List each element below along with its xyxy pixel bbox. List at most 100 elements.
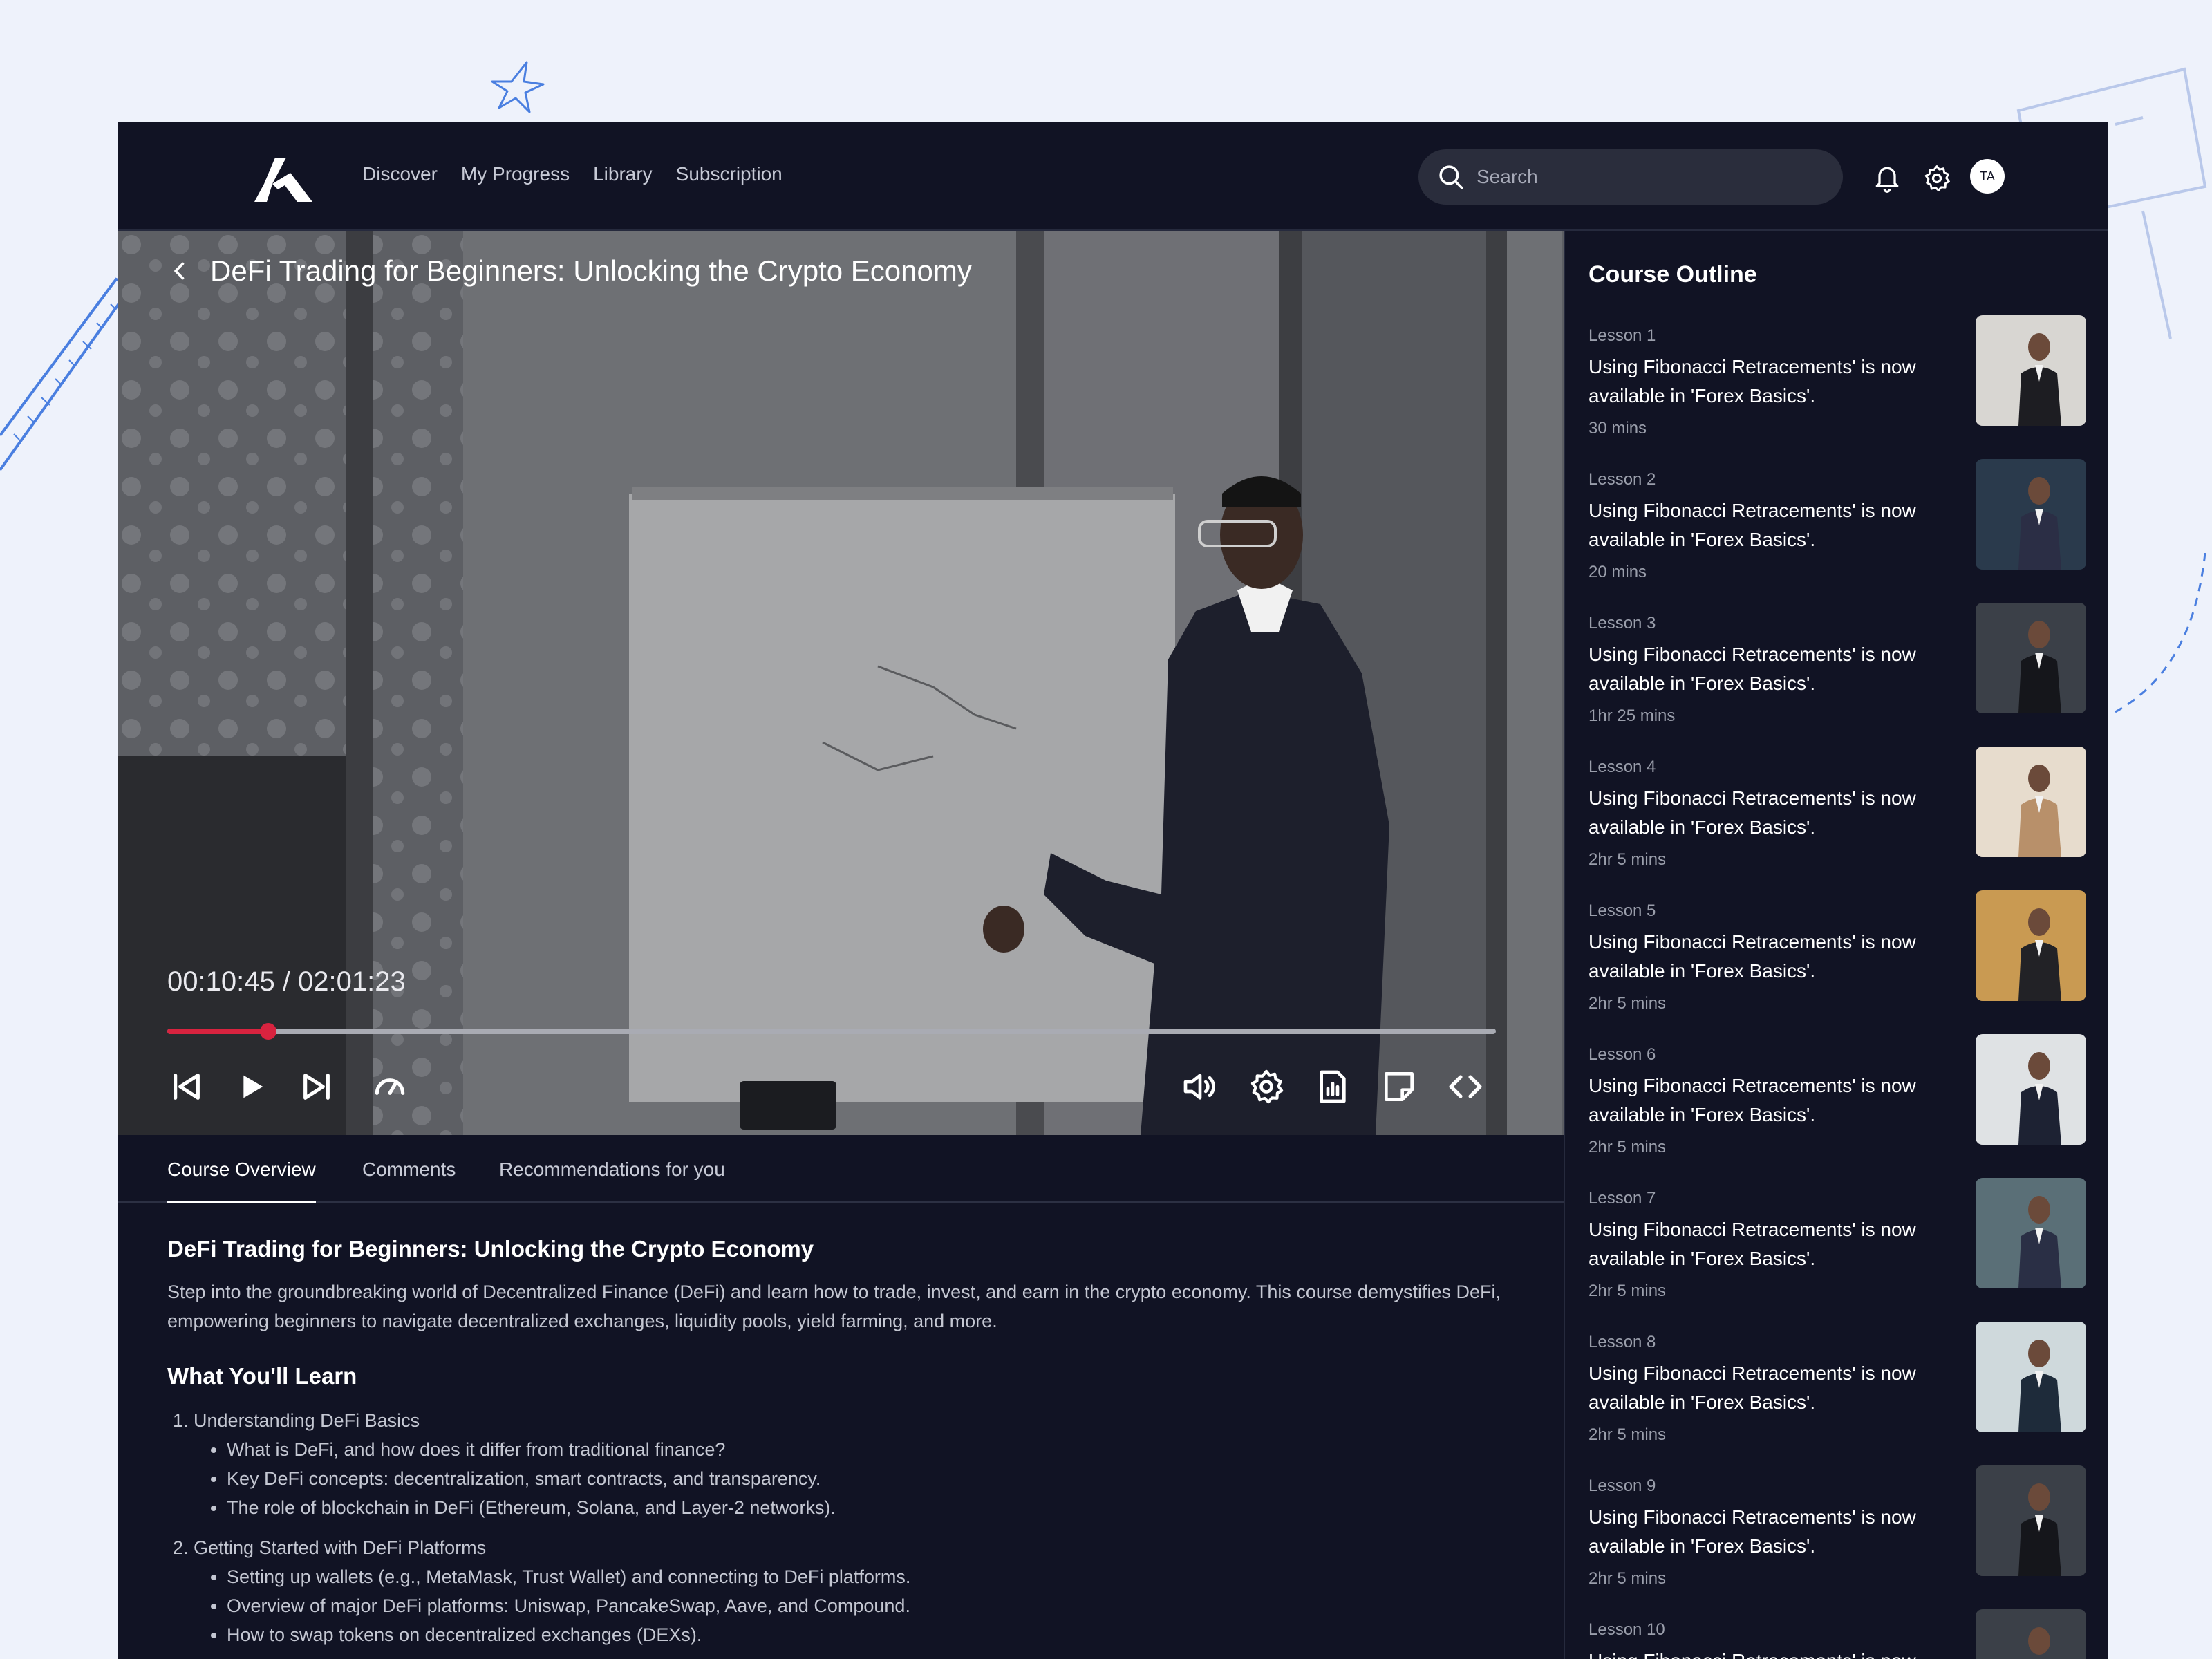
- video-progress-handle[interactable]: [260, 1023, 277, 1040]
- lesson-title: Using Fibonacci Retracements' is now ava…: [1588, 356, 1916, 406]
- volume-icon[interactable]: [1181, 1067, 1219, 1106]
- lesson-thumbnail[interactable]: [1976, 459, 2086, 570]
- lesson-duration: 2hr 5 mins: [1588, 1425, 1667, 1444]
- lesson-number: Lesson 6: [1588, 1045, 1656, 1064]
- nav-my-progress[interactable]: My Progress: [461, 163, 570, 185]
- lesson-title: Using Fibonacci Retracements' is now ava…: [1588, 931, 1916, 982]
- learn-group-heading: 2. Getting Started with DeFi Platforms: [173, 1537, 487, 1558]
- bell-icon[interactable]: [1872, 163, 1902, 194]
- lesson-item[interactable]: Lesson 7 Using Fibonacci Retracements' is…: [1588, 1178, 2086, 1306]
- content-tabs: Course Overview Comments Recommendations…: [118, 1135, 1564, 1203]
- tab-course-overview[interactable]: Course Overview: [167, 1159, 316, 1203]
- tab-comments[interactable]: Comments: [362, 1159, 456, 1201]
- lesson-thumbnail[interactable]: [1976, 603, 2086, 713]
- course-overview-content: DeFi Trading for Beginners: Unlocking th…: [167, 1236, 1522, 1649]
- settings-icon[interactable]: [1247, 1067, 1286, 1106]
- lesson-title: Using Fibonacci Retracements' is now ava…: [1588, 1506, 1916, 1557]
- course-title: DeFi Trading for Beginners: Unlocking th…: [167, 1236, 814, 1262]
- lesson-title: Using Fibonacci Retracements' is now ava…: [1588, 1219, 1916, 1269]
- course-outline-sidebar: Course Outline Lesson 1 Using Fibonacci R…: [1564, 231, 2108, 1659]
- lesson-thumbnail[interactable]: [1976, 890, 2086, 1001]
- video-progress-fill: [167, 1029, 269, 1034]
- brand-logo-icon[interactable]: [254, 153, 312, 202]
- lesson-thumbnail[interactable]: [1976, 1178, 2086, 1288]
- lesson-thumbnail[interactable]: [1976, 1034, 2086, 1145]
- star-doodle-icon: [491, 61, 545, 113]
- lesson-thumbnail[interactable]: [1976, 315, 2086, 426]
- lesson-duration: 30 mins: [1588, 419, 1647, 438]
- lesson-thumbnail[interactable]: [1976, 747, 2086, 857]
- learn-point: What is DeFi, and how does it differ fro…: [227, 1435, 1522, 1464]
- avatar[interactable]: TA: [1970, 159, 2005, 194]
- learn-group-heading: 1. Understanding DeFi Basics: [173, 1410, 420, 1431]
- dashed-line-doodle-icon: [2115, 553, 2206, 713]
- learn-heading: What You'll Learn: [167, 1363, 357, 1389]
- report-icon[interactable]: [1313, 1067, 1352, 1106]
- lesson-number: Lesson 3: [1588, 614, 1656, 632]
- tab-recommendations[interactable]: Recommendations for you: [499, 1159, 725, 1201]
- lesson-duration: 2hr 5 mins: [1588, 1282, 1667, 1300]
- note-icon[interactable]: [1380, 1067, 1418, 1106]
- lesson-title: Using Fibonacci Retracements' is now ava…: [1588, 644, 1916, 694]
- lesson-title: Using Fibonacci Retracements' is now ava…: [1588, 1647, 1948, 1659]
- search-bar[interactable]: [1418, 149, 1843, 205]
- search-icon: [1439, 165, 1463, 189]
- lesson-duration: 2hr 5 mins: [1588, 850, 1667, 869]
- lesson-item[interactable]: Lesson 3 Using Fibonacci Retracements' is…: [1588, 603, 2086, 731]
- lesson-item[interactable]: Lesson 2 Using Fibonacci Retracements' is…: [1588, 459, 2086, 588]
- video-title: DeFi Trading for Beginners: Unlocking th…: [210, 254, 972, 287]
- learn-point: Overview of major DeFi platforms: Uniswa…: [227, 1591, 1522, 1620]
- lesson-duration: 1hr 25 mins: [1588, 706, 1676, 725]
- learn-group: 2. Getting Started with DeFi Platforms S…: [167, 1533, 1522, 1649]
- play-icon[interactable]: [232, 1067, 271, 1106]
- lesson-number: Lesson 8: [1588, 1333, 1656, 1351]
- main-nav: Discover My Progress Library Subscriptio…: [362, 163, 782, 185]
- lesson-item[interactable]: Lesson 6 Using Fibonacci Retracements' is…: [1588, 1034, 2086, 1163]
- nav-library[interactable]: Library: [593, 163, 653, 185]
- learn-list: 1. Understanding DeFi Basics What is DeF…: [167, 1406, 1522, 1649]
- embed-icon[interactable]: [1446, 1067, 1485, 1106]
- lesson-item[interactable]: Lesson 4 Using Fibonacci Retracements' is…: [1588, 747, 2086, 875]
- learn-point: The role of blockchain in DeFi (Ethereum…: [227, 1493, 1522, 1522]
- learn-point: How to swap tokens on decentralized exch…: [227, 1620, 1522, 1649]
- lesson-thumbnail[interactable]: [1976, 1322, 2086, 1432]
- lesson-thumbnail[interactable]: [1976, 1465, 2086, 1576]
- lesson-item[interactable]: Lesson 10 Using Fibonacci Retracements' i…: [1588, 1609, 2086, 1659]
- speed-icon[interactable]: [371, 1067, 409, 1106]
- video-timestamp: 00:10:45 / 02:01:23: [167, 966, 406, 997]
- skip-back-icon[interactable]: [167, 1067, 206, 1106]
- lesson-number: Lesson 4: [1588, 758, 1656, 776]
- lesson-duration: 2hr 5 mins: [1588, 1569, 1667, 1588]
- learn-group: 1. Understanding DeFi Basics What is DeF…: [167, 1406, 1522, 1522]
- video-frame-image: [118, 231, 1564, 1135]
- lesson-number: Lesson 2: [1588, 470, 1656, 489]
- lesson-duration: 2hr 5 mins: [1588, 1138, 1667, 1156]
- lesson-number: Lesson 9: [1588, 1477, 1656, 1495]
- course-description: Step into the groundbreaking world of De…: [167, 1282, 1501, 1331]
- lesson-title: Using Fibonacci Retracements' is now ava…: [1588, 787, 1916, 838]
- video-player[interactable]: DeFi Trading for Beginners: Unlocking th…: [118, 231, 1564, 1135]
- gear-icon[interactable]: [1922, 163, 1952, 194]
- nav-discover[interactable]: Discover: [362, 163, 438, 185]
- ruler-doodle-icon: [0, 277, 131, 471]
- lesson-duration: 20 mins: [1588, 563, 1647, 581]
- skip-forward-icon[interactable]: [297, 1067, 336, 1106]
- lesson-number: Lesson 7: [1588, 1189, 1656, 1208]
- lesson-title: Using Fibonacci Retracements' is now ava…: [1588, 500, 1916, 550]
- lesson-item[interactable]: Lesson 8 Using Fibonacci Retracements' is…: [1588, 1322, 2086, 1450]
- lesson-item[interactable]: Lesson 1 Using Fibonacci Retracements' is…: [1588, 315, 2086, 444]
- video-title-row: DeFi Trading for Beginners: Unlocking th…: [167, 254, 972, 288]
- top-header: Discover My Progress Library Subscriptio…: [118, 122, 2108, 231]
- nav-subscription[interactable]: Subscription: [676, 163, 782, 185]
- search-input[interactable]: [1477, 166, 1808, 188]
- learn-point: Setting up wallets (e.g., MetaMask, Trus…: [227, 1562, 1522, 1591]
- lesson-title: Using Fibonacci Retracements' is now ava…: [1588, 1362, 1916, 1413]
- app-window: Discover My Progress Library Subscriptio…: [118, 122, 2108, 1659]
- back-chevron-icon[interactable]: [167, 259, 192, 283]
- lesson-item[interactable]: Lesson 9 Using Fibonacci Retracements' is…: [1588, 1465, 2086, 1594]
- lesson-thumbnail[interactable]: [1976, 1609, 2086, 1659]
- lesson-duration: 2hr 5 mins: [1588, 994, 1667, 1013]
- lesson-item[interactable]: Lesson 5 Using Fibonacci Retracements' is…: [1588, 890, 2086, 1019]
- lesson-number: Lesson 10: [1588, 1620, 1665, 1639]
- video-progress-bar[interactable]: [167, 1023, 1496, 1040]
